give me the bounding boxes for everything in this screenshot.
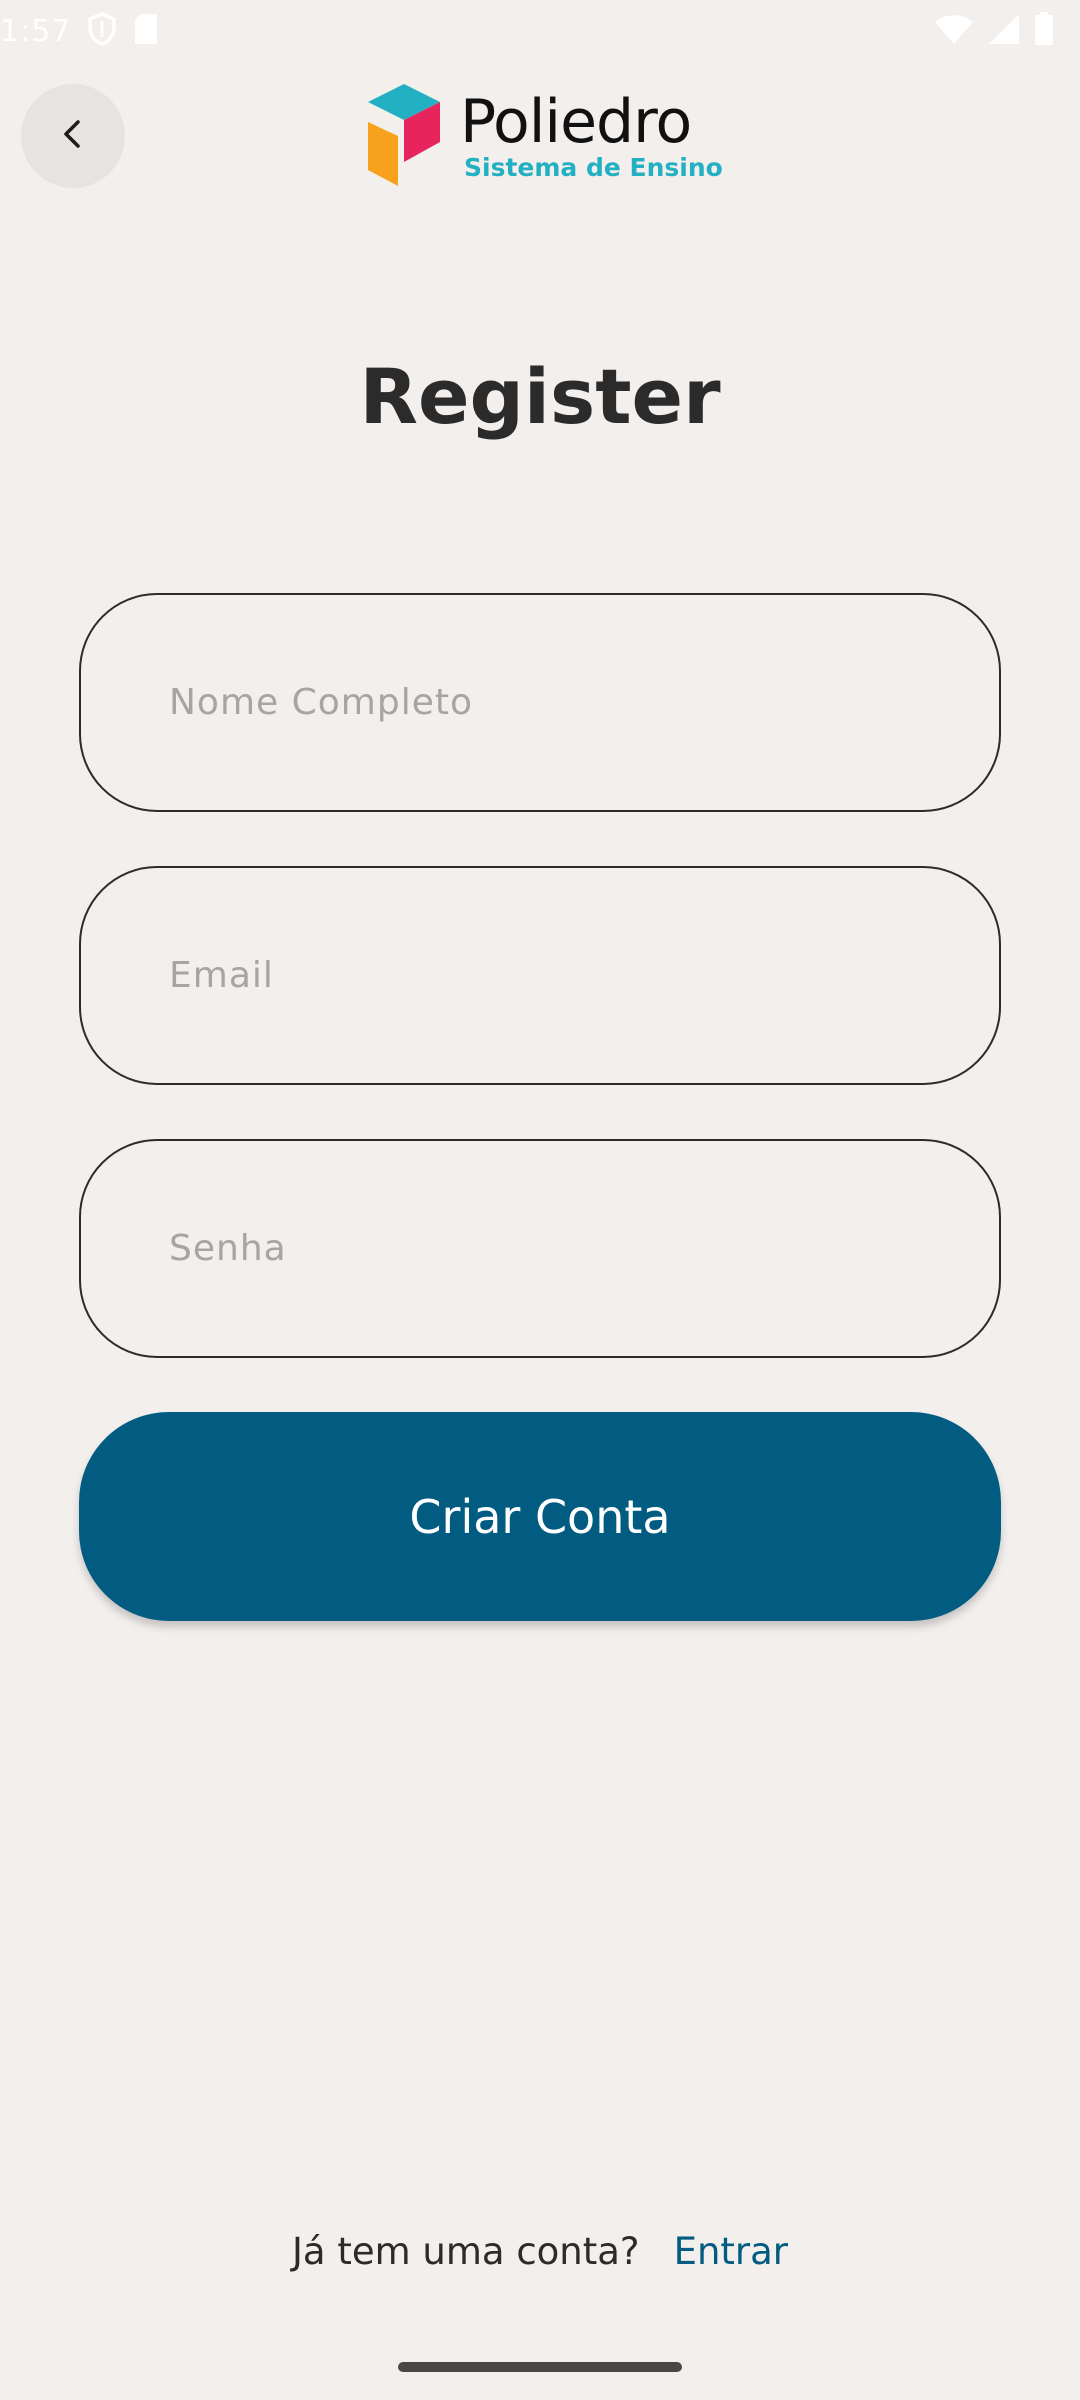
logo-subtitle: Sistema de Ensino [464,153,723,182]
login-prompt-row: Já tem uma conta? Entrar [0,2230,1080,2273]
cube-logo-icon [366,82,442,192]
cellular-signal-icon [988,13,1020,49]
email-input[interactable] [169,955,999,996]
login-link[interactable]: Entrar [674,2230,788,2273]
password-field[interactable] [79,1139,1001,1358]
battery-icon [1034,12,1054,50]
password-input[interactable] [169,1228,999,1269]
register-screen: 1:57 Poliedro Sistema de Ensino Register… [0,0,1080,2400]
sd-card-icon [133,13,159,49]
full-name-input[interactable] [169,682,999,723]
logo-wordmark: Poliedro [460,87,692,157]
chevron-left-icon [55,116,91,156]
shield-icon [87,12,117,50]
email-field[interactable] [79,866,1001,1085]
create-account-button[interactable]: Criar Conta [79,1412,1001,1621]
home-indicator[interactable] [398,2362,682,2372]
page-title: Register [359,352,721,441]
status-bar: 1:57 [0,0,1080,62]
status-left: 1:57 [0,12,159,50]
back-button[interactable] [21,84,125,188]
full-name-field[interactable] [79,593,1001,812]
poliedro-logo: Poliedro Sistema de Ensino [366,82,726,192]
status-time: 1:57 [0,13,72,49]
logo-text: Poliedro Sistema de Ensino [460,91,723,183]
status-right [934,12,1054,50]
wifi-icon [934,13,974,49]
login-prompt-text: Já tem uma conta? [291,2230,640,2273]
